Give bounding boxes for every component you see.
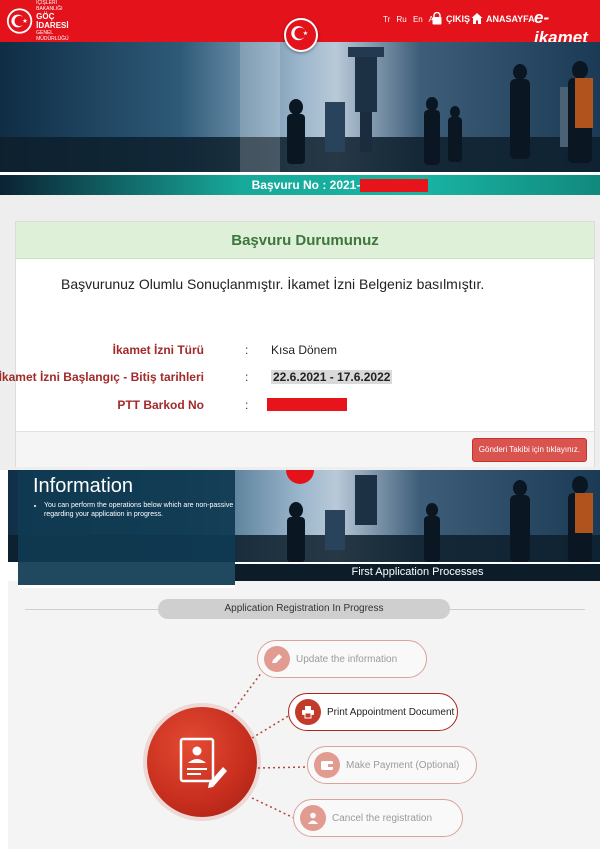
page-edge <box>0 470 8 849</box>
application-number-label: Başvuru No : 2021- <box>251 178 361 192</box>
lang-ru[interactable]: Ru <box>397 15 407 24</box>
shipment-tracking-button[interactable]: Gönderi Takibi için tıklayınız. <box>471 438 587 462</box>
home-link[interactable]: ANASAYFA <box>471 12 535 25</box>
crescent-star-icon <box>6 8 33 34</box>
logout-label: ÇIKIŞ <box>446 13 471 24</box>
redacted-application-number <box>360 179 429 193</box>
step-label: Make Payment (Optional) <box>346 759 460 771</box>
information-title: Information <box>33 475 134 497</box>
home-label: ANASAYFA <box>486 13 535 24</box>
detail-value: 22.6.2021 - 17.6.2022 <box>271 370 393 384</box>
logo-text: İÇİŞLERİ BAKANLIĞI GÖÇ İDARESİ GENEL MÜD… <box>36 0 84 42</box>
logout-link[interactable]: ÇIKIŞ <box>431 12 470 25</box>
detail-label: İkamet İzni Türü <box>112 343 204 357</box>
detail-label: İkamet İzni Başlangıç - Bitiş tarihleri <box>0 370 204 384</box>
goc-idaresi-logo[interactable]: İÇİŞLERİ BAKANLIĞI GÖÇ İDARESİ GENEL MÜD… <box>6 0 84 42</box>
step-label: Print Appointment Document <box>327 706 455 718</box>
lock-icon <box>432 12 442 25</box>
detail-separator: : <box>245 370 249 384</box>
logo-line-3: GENEL MÜDÜRLÜĞÜ <box>36 30 69 42</box>
hero-banner <box>0 42 600 172</box>
home-icon <box>471 13 483 24</box>
information-box: Information You can perform the operatio… <box>18 470 235 588</box>
edit-icon <box>264 646 290 672</box>
page: İÇİŞLERİ BAKANLIĞI GÖÇ İDARESİ GENEL MÜD… <box>0 0 600 849</box>
airport-silhouette-image <box>0 42 600 172</box>
cancel-registration-step[interactable]: Cancel the registration <box>293 799 463 837</box>
logo-line-1: İÇİŞLERİ BAKANLIĞI <box>36 0 63 12</box>
logo-line-2: GÖÇ İDARESİ <box>36 12 69 30</box>
lang-tr[interactable]: Tr <box>383 15 390 24</box>
section-title-bar: First Application Processes <box>235 564 600 581</box>
application-status-panel: Başvuru Durumunuz Başvurunuz Olumlu Sonu… <box>0 221 595 467</box>
detail-label: PTT Barkod No <box>117 398 204 412</box>
redacted-barcode <box>267 398 347 411</box>
panel-footer: Gönderi Takibi için tıklayınız. <box>16 431 594 467</box>
document-pen-icon <box>179 737 227 788</box>
print-appointment-step[interactable]: Print Appointment Document <box>288 693 458 731</box>
printer-icon <box>295 699 321 725</box>
information-bullet: You can perform the operations below whi… <box>44 501 239 519</box>
wallet-icon <box>314 752 340 778</box>
status-message: Başvurunuz Olumlu Sonuçlanmıştır. İkamet… <box>61 276 485 292</box>
detail-separator: : <box>245 398 249 412</box>
application-number-bar: Başvuru No : 2021- <box>0 175 600 195</box>
information-list: You can perform the operations below whi… <box>44 501 239 519</box>
update-information-step[interactable]: Update the information <box>257 640 427 678</box>
step-label: Cancel the registration <box>332 812 433 824</box>
lang-en[interactable]: En <box>413 15 423 24</box>
panel-title: Başvuru Durumunuz <box>16 222 594 259</box>
detail-value: Kısa Dönem <box>271 343 338 357</box>
detail-separator: : <box>245 343 249 357</box>
crescent-star-icon <box>291 26 308 41</box>
step-label: Update the information <box>296 653 398 665</box>
turkish-flag-emblem <box>284 18 318 52</box>
registration-status-pill: Application Registration In Progress <box>158 599 450 619</box>
make-payment-step[interactable]: Make Payment (Optional) <box>307 746 477 784</box>
application-document-hub <box>147 707 257 817</box>
person-cancel-icon <box>300 805 326 831</box>
